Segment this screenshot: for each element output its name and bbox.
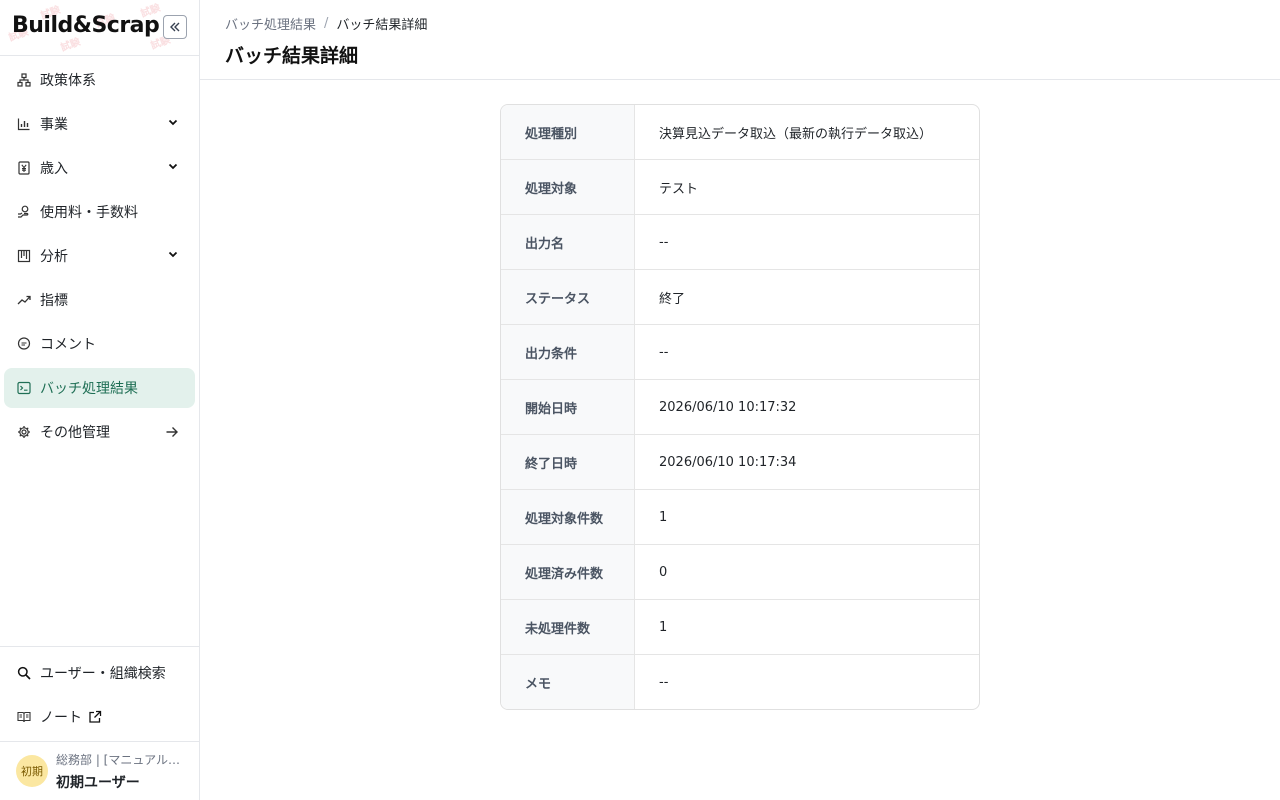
detail-value: 決算見込データ取込（最新の執行データ取込） xyxy=(659,126,933,142)
breadcrumb: バッチ処理結果 / バッチ結果詳細 xyxy=(225,14,1255,33)
detail-value: 2026/06/10 10:17:32 xyxy=(659,399,797,415)
detail-label: 処理種別 xyxy=(501,105,635,159)
sidebar-item-label: 政策体系 xyxy=(40,73,96,89)
breadcrumb-current: バッチ結果詳細 xyxy=(336,18,428,33)
board-icon xyxy=(16,248,32,264)
sidebar-item-label: 分析 xyxy=(40,249,68,265)
sidebar-item-label: ユーザー・組織検索 xyxy=(40,666,166,682)
external-link-icon xyxy=(88,710,102,724)
user-org-search-link[interactable]: ユーザー・組織検索 xyxy=(0,651,199,695)
breadcrumb-separator: / xyxy=(324,16,329,31)
page-title: バッチ結果詳細 xyxy=(225,45,359,67)
sidebar-item-fees[interactable]: 使用料・手数料 xyxy=(4,192,195,232)
sidebar-item-analysis[interactable]: 分析 xyxy=(4,236,195,276)
detail-value: -- xyxy=(659,234,669,250)
avatar: 初期 xyxy=(16,755,48,787)
detail-label: 処理済み件数 xyxy=(501,545,635,599)
sidebar-item-projects[interactable]: 事業 xyxy=(4,104,195,144)
app-logo[interactable]: Build&Scrap xyxy=(12,13,160,38)
notes-link[interactable]: ノート xyxy=(0,695,199,739)
detail-label: 出力条件 xyxy=(501,325,635,379)
sidebar-item-label: ノート xyxy=(40,710,82,726)
gear-icon xyxy=(16,424,32,440)
batch-detail-table: 処理種別 決算見込データ取込（最新の執行データ取込） 処理対象 テスト 出力名 … xyxy=(500,104,980,710)
sidebar-item-policy[interactable]: 政策体系 xyxy=(4,60,195,100)
trend-icon xyxy=(16,292,32,308)
sidebar-item-label: その他管理 xyxy=(40,425,110,441)
detail-row: 処理種別 決算見込データ取込（最新の執行データ取込） xyxy=(501,105,979,160)
bar-chart-icon xyxy=(16,116,32,132)
detail-value: -- xyxy=(659,674,669,690)
sidebar-item-label: 事業 xyxy=(40,117,68,133)
detail-label: ステータス xyxy=(501,270,635,324)
detail-label: 出力名 xyxy=(501,215,635,269)
detail-value: 2026/06/10 10:17:34 xyxy=(659,454,797,470)
detail-label: 開始日時 xyxy=(501,380,635,434)
chevron-down-icon[interactable] xyxy=(167,160,179,176)
detail-row: 出力条件 -- xyxy=(501,325,979,380)
detail-row: ステータス 終了 xyxy=(501,270,979,325)
detail-row: 処理済み件数 0 xyxy=(501,545,979,600)
breadcrumb-link-batch-results[interactable]: バッチ処理結果 xyxy=(225,14,316,33)
detail-label: 処理対象 xyxy=(501,160,635,214)
sidebar-item-other-admin[interactable]: その他管理 xyxy=(4,412,195,452)
detail-row: 未処理件数 1 xyxy=(501,600,979,655)
detail-value: 1 xyxy=(659,619,668,635)
user-profile[interactable]: 初期 総務部 | [マニュアル… 初期ユーザー xyxy=(0,741,199,800)
terminal-icon xyxy=(16,380,32,396)
detail-label: 処理対象件数 xyxy=(501,490,635,544)
detail-value: 0 xyxy=(659,564,668,580)
detail-row: 開始日時 2026/06/10 10:17:32 xyxy=(501,380,979,435)
sidebar-item-revenue[interactable]: 歳入 xyxy=(4,148,195,188)
chevron-down-icon[interactable] xyxy=(167,248,179,264)
brand-area: 試験 試験 試験 試験 試験 試験 Build&Scrap xyxy=(0,0,199,56)
sidebar-item-label: 歳入 xyxy=(40,161,68,177)
detail-value: 終了 xyxy=(659,291,686,307)
sidebar-item-comments[interactable]: コメント xyxy=(4,324,195,364)
user-name: 初期ユーザー xyxy=(56,774,140,791)
detail-value: テスト xyxy=(659,181,699,197)
user-department: 総務部 | [マニュアル… xyxy=(56,752,180,767)
detail-label: 終了日時 xyxy=(501,435,635,489)
sidebar-item-indicators[interactable]: 指標 xyxy=(4,280,195,320)
detail-row: 出力名 -- xyxy=(501,215,979,270)
detail-row: 処理対象 テスト xyxy=(501,160,979,215)
sidebar: 試験 試験 試験 試験 試験 試験 Build&Scrap 政策体系 事業 歳入… xyxy=(0,0,200,800)
detail-row: 処理対象件数 1 xyxy=(501,490,979,545)
chevron-down-icon[interactable] xyxy=(167,116,179,132)
detail-value: 1 xyxy=(659,509,668,525)
double-chevron-left-icon xyxy=(170,22,180,32)
detail-row: 終了日時 2026/06/10 10:17:34 xyxy=(501,435,979,490)
sidebar-item-label: 指標 xyxy=(40,293,68,309)
sidebar-item-label: 使用料・手数料 xyxy=(40,205,138,221)
comment-icon xyxy=(16,336,32,352)
page-header: バッチ処理結果 / バッチ結果詳細 バッチ結果詳細 xyxy=(200,0,1280,80)
yen-box-icon xyxy=(16,160,32,176)
coin-hand-icon xyxy=(16,204,32,220)
hierarchy-icon xyxy=(16,72,32,88)
main-nav: 政策体系 事業 歳入 使用料・手数料 分析 指標 コメント バッチ処理結果 その… xyxy=(0,56,199,460)
detail-value: -- xyxy=(659,344,669,360)
sidebar-bottom-links: ユーザー・組織検索 ノート xyxy=(0,646,199,739)
detail-label: メモ xyxy=(501,655,635,709)
search-icon xyxy=(16,665,32,681)
detail-row: メモ -- xyxy=(501,655,979,709)
collapse-sidebar-button[interactable] xyxy=(163,15,187,39)
sidebar-item-label: コメント xyxy=(40,337,96,353)
detail-label: 未処理件数 xyxy=(501,600,635,654)
arrow-right-icon xyxy=(165,425,179,443)
sidebar-item-batch-results[interactable]: バッチ処理結果 xyxy=(4,368,195,408)
book-icon xyxy=(16,709,32,725)
sidebar-item-label: バッチ処理結果 xyxy=(40,381,138,397)
user-info: 総務部 | [マニュアル… 初期ユーザー xyxy=(56,751,182,792)
